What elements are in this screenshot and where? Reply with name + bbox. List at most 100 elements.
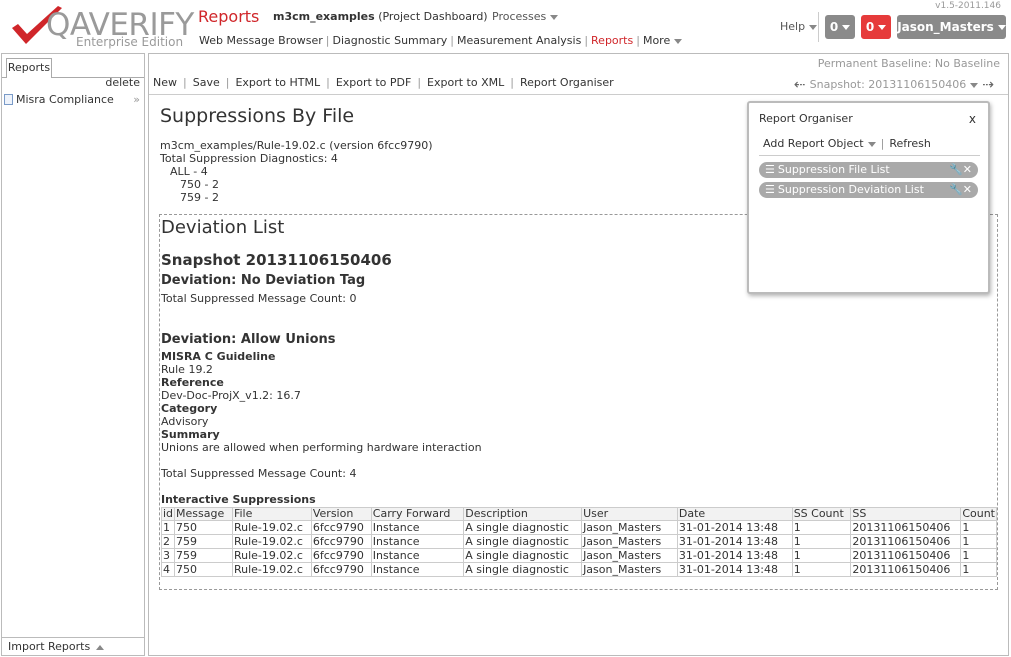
version-label: v1.5-2011.146	[935, 1, 1001, 11]
organiser-item-deviation-list[interactable]: ☰ Suppression Deviation List 🔧✕	[759, 182, 978, 198]
table-cell: Instance	[370, 562, 465, 577]
table-cell: 1	[791, 548, 852, 563]
table-cell: 31-01-2014 13:48	[676, 562, 793, 577]
table-row[interactable]: 2 759 Rule-19.02.c 6fcc9790 Instance A single…	[160, 534, 997, 549]
table-cell: 1	[960, 548, 997, 563]
organiser-divider	[759, 155, 980, 156]
table-cell: Instance	[370, 534, 465, 549]
sidebar-item-misra-compliance[interactable]: Misra Compliance »	[4, 93, 142, 106]
nav-web-message-browser[interactable]: Web Message Browser	[199, 34, 323, 47]
col-ss-count: SS Count	[791, 507, 852, 521]
table-cell: 1	[791, 562, 852, 577]
table-row[interactable]: 3 759 Rule-19.02.c 6fcc9790 Instance A single…	[160, 548, 997, 563]
project-title: m3cm_examples (Project Dashboard)	[273, 10, 488, 23]
report-toolbar: New | Save | Export to HTML | Export to PDF | Ex…	[153, 76, 614, 89]
chevron-down-icon[interactable]	[970, 82, 979, 88]
table-cell: A single diagnostic	[463, 562, 583, 577]
wrench-icon[interactable]: 🔧	[949, 183, 963, 196]
tab-reports[interactable]: Reports	[6, 58, 52, 78]
close-icon[interactable]: ✕	[963, 163, 972, 176]
report-title: Suppressions By File	[160, 105, 355, 127]
misra-label: MISRA C Guideline	[161, 350, 276, 363]
export-xml-button[interactable]: Export to XML	[427, 76, 504, 89]
gray-count-button[interactable]: 0	[825, 15, 855, 39]
snapshot-select[interactable]: Snapshot: 20131106150406	[810, 78, 967, 91]
table-cell: 6fcc9790	[310, 534, 372, 549]
organiser-item-file-list[interactable]: ☰ Suppression File List 🔧✕	[759, 162, 978, 178]
table-cell: Rule-19.02.c	[231, 520, 312, 535]
add-report-object-button[interactable]: Add Report Object	[763, 137, 876, 150]
chevron-down-icon	[674, 38, 683, 44]
close-icon[interactable]: x	[969, 112, 976, 126]
table-cell: 6fcc9790	[310, 562, 372, 577]
logo: QAVERIFY Enterprise Edition	[6, 4, 194, 50]
double-chevron-right-icon[interactable]: »	[133, 93, 140, 106]
chevron-up-icon	[96, 644, 105, 650]
processes-label: Processes	[492, 10, 547, 23]
drag-handle-icon[interactable]: ☰	[765, 183, 775, 196]
sub-navigation: Web Message Browser | Diagnostic Summary | M…	[199, 34, 683, 47]
sidebar-item-label: Misra Compliance	[16, 93, 114, 106]
nav-measurement-analysis[interactable]: Measurement Analysis	[457, 34, 581, 47]
table-row[interactable]: 4 750 Rule-19.02.c 6fcc9790 Instance A single…	[160, 562, 997, 577]
col-description: Description	[463, 507, 583, 521]
deviation-1-count: Total Suppressed Message Count: 0	[161, 292, 357, 305]
table-cell: Rule-19.02.c	[231, 548, 312, 563]
col-user: User	[581, 507, 678, 521]
col-version: Version	[310, 507, 372, 521]
wrench-icon[interactable]: 🔧	[949, 163, 963, 176]
delete-link[interactable]: delete	[105, 76, 140, 89]
table-cell: 1	[960, 534, 997, 549]
table-cell: 2	[160, 534, 176, 549]
suppressions-table: id Message File Version Carry Forward De…	[160, 507, 997, 577]
nav-more[interactable]: More	[643, 34, 683, 47]
table-cell: 20131106150406	[850, 562, 962, 577]
project-name[interactable]: m3cm_examples	[273, 10, 375, 23]
help-menu[interactable]: Help	[780, 20, 818, 33]
organiser-item-label: Suppression File List	[777, 163, 890, 176]
refresh-button[interactable]: Refresh	[889, 137, 931, 150]
chevron-down-icon	[878, 25, 887, 30]
table-cell: 31-01-2014 13:48	[676, 520, 793, 535]
table-cell: 750	[174, 562, 233, 577]
summary-value: Unions are allowed when performing hardw…	[161, 441, 482, 454]
table-cell: 20131106150406	[850, 534, 962, 549]
misra-value: Rule 19.2	[161, 363, 213, 376]
message-750-count: 750 - 2	[180, 178, 219, 191]
table-cell: Jason_Masters	[581, 534, 678, 549]
col-ss: SS	[850, 507, 962, 521]
nav-diagnostic-summary[interactable]: Diagnostic Summary	[332, 34, 447, 47]
table-cell: 4	[160, 562, 176, 577]
arrow-right-icon[interactable]: ⇢	[982, 77, 994, 93]
table-cell: 759	[174, 534, 233, 549]
table-cell: 6fcc9790	[310, 548, 372, 563]
table-row[interactable]: 1 750 Rule-19.02.c 6fcc9790 Instance A single…	[160, 520, 997, 535]
interactive-suppressions-label: Interactive Suppressions	[161, 493, 316, 506]
file-line: m3cm_examples/Rule-19.02.c (version 6fcc…	[160, 139, 433, 152]
table-cell: A single diagnostic	[463, 534, 583, 549]
table-cell: Instance	[370, 520, 465, 535]
table-cell: Jason_Masters	[581, 562, 678, 577]
snapshot-navigator: ⇠ Snapshot: 20131106150406 ⇢	[790, 76, 998, 93]
report-organiser-button[interactable]: Report Organiser	[520, 76, 614, 89]
total-line: Total Suppression Diagnostics: 4	[160, 152, 338, 165]
drag-handle-icon[interactable]: ☰	[765, 163, 775, 176]
user-menu-button[interactable]: Jason_Masters	[897, 15, 1006, 39]
red-count-button[interactable]: 0	[861, 15, 891, 39]
table-cell: Instance	[370, 548, 465, 563]
table-cell: 3	[160, 548, 176, 563]
close-icon[interactable]: ✕	[963, 183, 972, 196]
processes-menu[interactable]: Processes	[492, 10, 559, 23]
save-button[interactable]: Save	[193, 76, 220, 89]
table-cell: 31-01-2014 13:48	[676, 548, 793, 563]
export-html-button[interactable]: Export to HTML	[235, 76, 320, 89]
nav-reports[interactable]: Reports	[591, 34, 633, 47]
import-reports-button[interactable]: Import Reports	[2, 637, 144, 655]
new-button[interactable]: New	[153, 76, 177, 89]
deviation-list-title: Deviation List	[161, 217, 285, 238]
table-cell: A single diagnostic	[463, 520, 583, 535]
arrow-left-icon[interactable]: ⇠	[794, 77, 806, 93]
table-cell: Jason_Masters	[581, 548, 678, 563]
export-pdf-button[interactable]: Export to PDF	[336, 76, 411, 89]
deviation-2-count: Total Suppressed Message Count: 4	[161, 467, 357, 480]
